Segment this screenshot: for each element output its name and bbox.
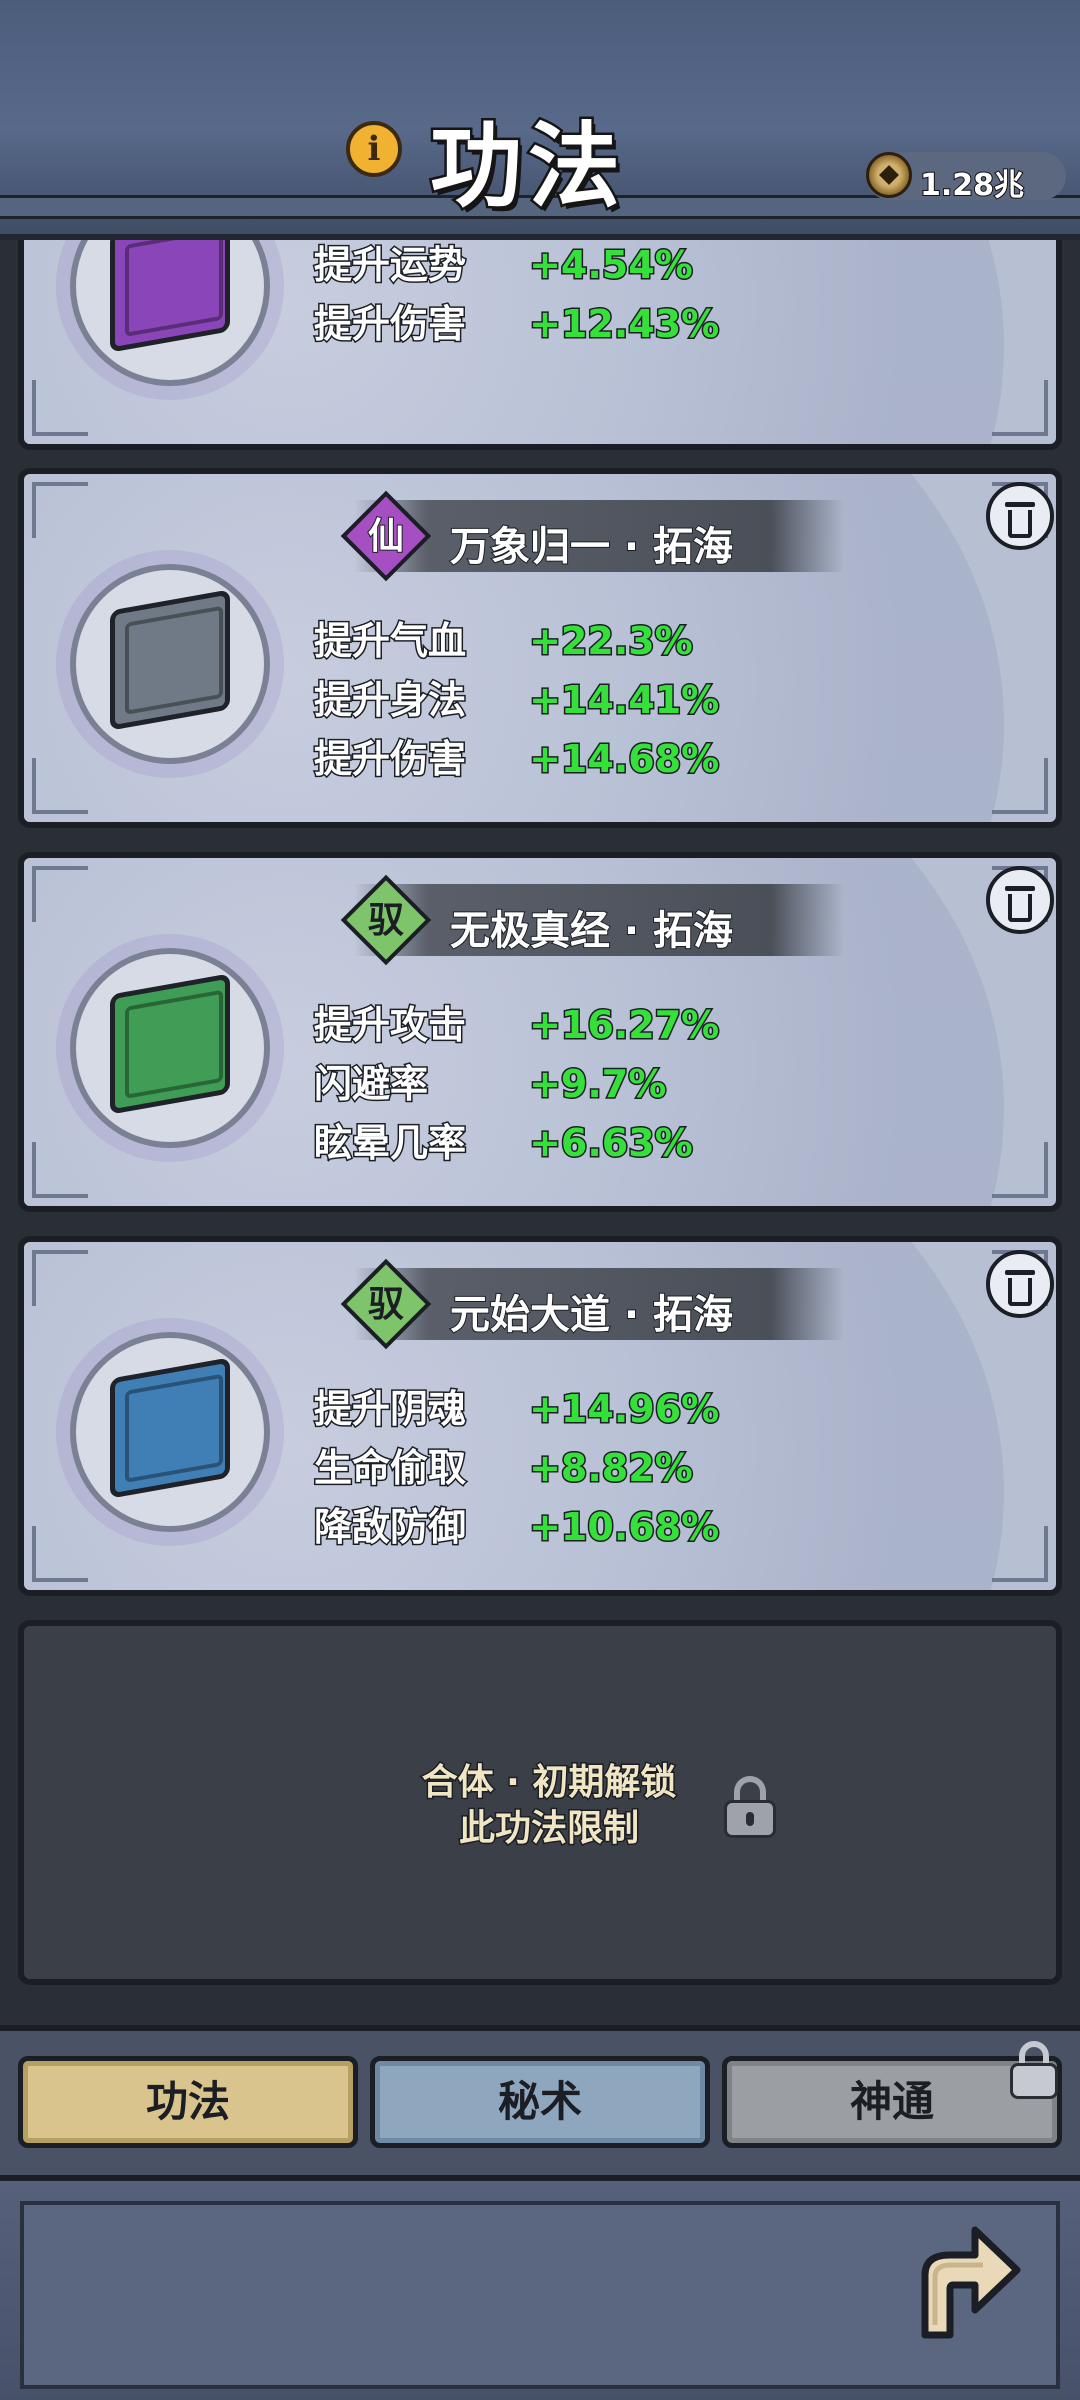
- skill-name-banner: 驭 元始大道 · 拓海: [340, 1258, 844, 1350]
- stat-label: 提升攻击: [313, 1002, 468, 1049]
- stat-value: +14.68%: [528, 736, 721, 783]
- blue-book-icon: [110, 1357, 230, 1499]
- stat-list: 提升灵觉 +15.43% 提升运势 +4.54% 提升伤害 +12.43%: [313, 240, 721, 352]
- skill-name-banner: 驭 无极真经 · 拓海: [340, 874, 844, 966]
- stat-value: +10.68%: [528, 1504, 721, 1551]
- green-book-icon: [110, 973, 230, 1115]
- skill-name: 万象归一 · 拓海: [449, 523, 734, 571]
- stat-value: +8.82%: [528, 1445, 695, 1492]
- gray-book-icon: [110, 589, 230, 731]
- locked-skill-slot[interactable]: 合体 · 初期解锁 此功法限制: [18, 1620, 1062, 1985]
- stat-value: +14.96%: [528, 1386, 721, 1433]
- stat-row: 提升运势 +4.54%: [313, 240, 719, 293]
- skill-list[interactable]: 提升灵觉 +15.43% 提升运势 +4.54% 提升伤害 +12.43% 仙 …: [0, 240, 1080, 2025]
- book-icon-frame: [70, 948, 270, 1148]
- stat-row: 提升伤害 +14.68%: [313, 728, 721, 787]
- stat-list: 提升阴魂 +14.96% 生命偷取 +8.82% 降敌防御 +10.68%: [313, 1378, 721, 1555]
- stat-value: +6.63%: [528, 1120, 695, 1167]
- stat-row: 闪避率 +9.7%: [313, 1053, 719, 1112]
- trash-icon[interactable]: [986, 482, 1054, 550]
- lock-icon: [724, 1776, 776, 1838]
- skill-card[interactable]: 仙 万象归一 · 拓海 提升气血 +22.3% 提升身法 +14.41% 提升伤…: [18, 468, 1062, 828]
- stat-value: +22.3%: [528, 618, 695, 665]
- skill-name: 无极真经 · 拓海: [449, 907, 734, 955]
- stat-row: 提升身法 +14.41%: [313, 669, 721, 728]
- header-bar: i 功法 1.28兆: [0, 0, 1080, 240]
- stat-list: 提升气血 +22.3% 提升身法 +14.41% 提升伤害 +14.68%: [313, 610, 721, 787]
- stat-label: 提升气血: [313, 618, 468, 665]
- unlock-requirement-text: 合体 · 初期解锁 此功法限制: [420, 1761, 678, 1851]
- stat-label: 眩晕几率: [313, 1120, 468, 1167]
- stat-value: +16.27%: [528, 1002, 721, 1049]
- currency-value: 1.28兆: [919, 167, 1025, 204]
- tab-bar: 功法 秘术 神通: [0, 2025, 1080, 2175]
- info-icon[interactable]: i: [346, 121, 402, 177]
- stat-row: 降敌防御 +10.68%: [313, 1496, 721, 1555]
- page-title: 功法: [428, 111, 627, 223]
- stat-label: 降敌防御: [313, 1504, 468, 1551]
- stat-label: 提升身法: [313, 677, 468, 724]
- stat-label: 提升阴魂: [313, 1386, 468, 1433]
- book-icon-frame: [70, 564, 270, 764]
- stat-label: 提升伤害: [313, 301, 468, 348]
- stat-row: 眩晕几率 +6.63%: [313, 1112, 719, 1171]
- skill-card: 提升灵觉 +15.43% 提升运势 +4.54% 提升伤害 +12.43%: [18, 240, 1062, 450]
- stat-row: 提升攻击 +16.27%: [313, 994, 721, 1053]
- trash-icon[interactable]: [986, 1250, 1054, 1318]
- tab-gongfa[interactable]: 功法: [18, 2056, 358, 2148]
- currency-display: 1.28兆: [866, 152, 1066, 204]
- grade-badge-text: 仙: [367, 514, 405, 558]
- stat-label: 提升伤害: [313, 736, 468, 783]
- stat-label: 闪避率: [313, 1061, 430, 1108]
- coin-icon: [866, 152, 912, 198]
- stat-value: +12.43%: [528, 301, 721, 348]
- stat-row: 提升气血 +22.3%: [313, 610, 719, 669]
- skill-name-banner: 仙 万象归一 · 拓海: [340, 490, 844, 582]
- skill-name: 元始大道 · 拓海: [449, 1291, 734, 1339]
- grade-badge-text: 驭: [367, 899, 404, 941]
- stat-row: 提升阴魂 +14.96%: [313, 1378, 721, 1437]
- stat-label: 生命偷取: [313, 1445, 468, 1492]
- trash-icon[interactable]: [986, 866, 1054, 934]
- stat-value: +9.7%: [528, 1061, 668, 1108]
- stat-row: 提升伤害 +12.43%: [313, 293, 721, 352]
- stat-value: +4.54%: [528, 242, 695, 289]
- skill-card[interactable]: 驭 元始大道 · 拓海 提升阴魂 +14.96% 生命偷取 +8.82% 降敌防…: [18, 1236, 1062, 1596]
- stat-value: +14.41%: [528, 677, 721, 724]
- purple-book-icon: [110, 240, 230, 353]
- lock-icon: [1010, 2041, 1058, 2099]
- back-arrow-icon[interactable]: [905, 2215, 1025, 2345]
- tab-mishu[interactable]: 秘术: [370, 2056, 710, 2148]
- book-icon-frame: [70, 1332, 270, 1532]
- skill-card[interactable]: 驭 无极真经 · 拓海 提升攻击 +16.27% 闪避率 +9.7% 眩晕几率 …: [18, 852, 1062, 1212]
- stat-label: 提升运势: [313, 242, 468, 289]
- stat-row: 生命偷取 +8.82%: [313, 1437, 719, 1496]
- stat-list: 提升攻击 +16.27% 闪避率 +9.7% 眩晕几率 +6.63%: [313, 994, 721, 1171]
- grade-badge-text: 驭: [367, 1283, 404, 1325]
